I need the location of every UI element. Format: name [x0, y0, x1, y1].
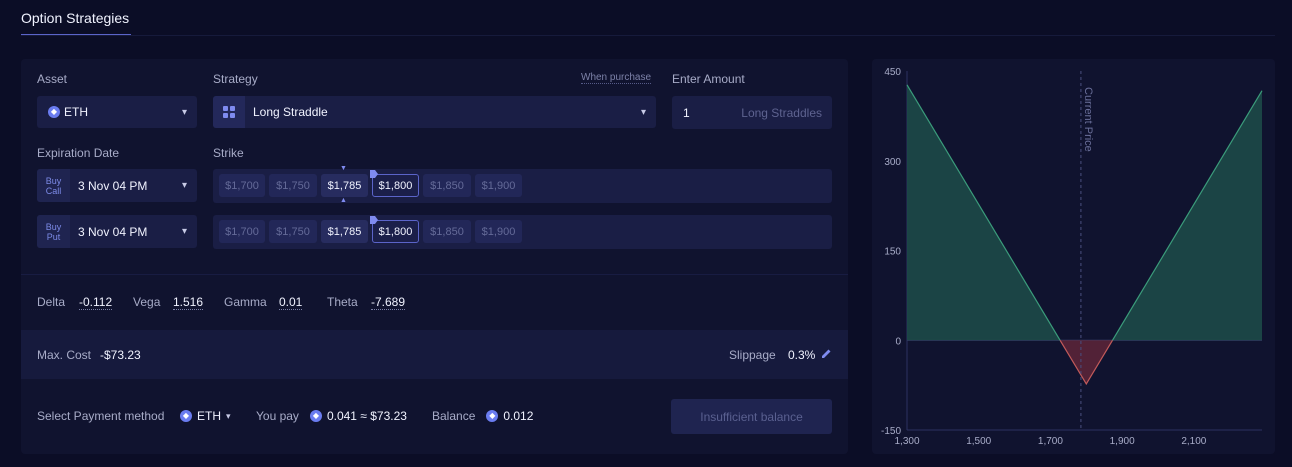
strategy-label: Strategy	[213, 72, 258, 86]
x-tick-label: 1,500	[966, 436, 991, 447]
put-strike-option[interactable]: $1,700	[219, 220, 265, 243]
vega-value: 1.516	[173, 295, 204, 310]
payoff-chart-panel: Current Price 450 300 150 0 -150 1,300 1,500 1,7…	[872, 59, 1275, 454]
strike-label: Strike	[213, 146, 244, 160]
current-price-marker-icon: ▲	[340, 197, 347, 204]
buy-call-tag-line2: Call	[45, 185, 62, 196]
y-tick-label: 300	[884, 157, 901, 168]
theta-value: -7.689	[371, 295, 406, 310]
strategy-dropdown[interactable]: Long Straddle ▾	[213, 96, 656, 128]
put-strike-option[interactable]: $1,900	[475, 220, 522, 243]
eth-icon: ◆	[309, 410, 322, 422]
section-divider	[21, 274, 848, 275]
loss-area	[1060, 340, 1113, 384]
balance-label: Balance	[432, 409, 476, 423]
max-cost-label: Max. Cost	[37, 348, 92, 362]
payment-method-value: ETH	[197, 409, 221, 423]
chevron-down-icon: ▾	[640, 106, 646, 118]
amount-unit: Long Straddles	[741, 106, 822, 120]
put-expiration-value: 3 Nov 04 PM	[78, 224, 148, 239]
payment-method-label: Select Payment method	[37, 409, 165, 423]
put-strike-selector: $1,700 $1,750 $1,785 $1,800 $1,850 $1,90…	[213, 215, 832, 249]
cost-summary-band	[21, 330, 848, 379]
call-expiration-value: 3 Nov 04 PM	[78, 178, 148, 193]
title-divider	[21, 35, 1275, 36]
eth-icon: ◆	[180, 410, 192, 422]
you-pay-value: 0.041 ≈ $73.23	[326, 409, 407, 423]
buy-call-tag-line1: Buy	[45, 175, 62, 186]
selected-tag-icon	[370, 216, 378, 224]
y-tick-label: 0	[895, 336, 901, 347]
put-strike-option[interactable]: $1,750	[269, 220, 317, 243]
put-strike-option-current[interactable]: $1,785	[321, 220, 368, 243]
buy-put-tag-line1: Buy	[45, 221, 62, 232]
max-cost-value: -$73.23	[100, 348, 141, 362]
asset-dropdown[interactable]: ◆ ETH ▾	[37, 96, 197, 128]
you-pay-wrap: You pay ◆ 0.041 ≈ $73.23	[256, 409, 407, 423]
chevron-down-icon: ▾	[181, 180, 187, 191]
call-strike-option[interactable]: $1,850	[423, 174, 471, 197]
theta-label: Theta	[327, 295, 358, 309]
payment-method-label-wrap: Select Payment method	[37, 409, 164, 423]
payoff-chart: Current Price4503001500-1501,300 1,500 1,7…	[881, 67, 1263, 447]
call-strike-option[interactable]: $1,750	[269, 174, 317, 197]
eth-icon: ◆	[48, 106, 60, 118]
chevron-down-icon: ▾	[181, 106, 187, 118]
asset-value: ETH	[64, 105, 88, 119]
strategy-value: Long Straddle	[253, 105, 328, 119]
call-strike-option-selected[interactable]: $1,800	[372, 174, 419, 197]
balance-wrap: Balance ◆ 0.012	[432, 409, 533, 423]
when-purchase-hint: When purchase	[581, 72, 652, 84]
slippage-value: 0.3%	[788, 348, 816, 362]
x-tick-label: 1,900	[1110, 436, 1135, 447]
slippage-label: Slippage	[729, 348, 776, 362]
call-strike-option[interactable]: $1,900	[475, 174, 522, 197]
balance-value: 0.012	[503, 409, 534, 423]
chevron-down-icon: ▾	[181, 226, 187, 237]
call-strike-option-current[interactable]: $1,785	[321, 174, 368, 197]
x-tick-label: 1,700	[1038, 436, 1063, 447]
buy-put-tag: Buy Put	[37, 215, 70, 248]
chevron-down-icon: ▾	[226, 410, 231, 421]
gamma-value: 0.01	[279, 295, 303, 310]
call-strike-option[interactable]: $1,700	[219, 174, 265, 197]
call-expiration-dropdown[interactable]: Buy Call 3 Nov 04 PM ▾	[37, 169, 197, 202]
gamma-label: Gamma	[224, 295, 267, 309]
insufficient-balance-button[interactable]: Insufficient balance	[671, 399, 832, 434]
amount-label: Enter Amount	[672, 72, 745, 86]
strategy-grid-icon	[213, 96, 245, 128]
payment-method-dropdown[interactable]: ◆ ETH ▾	[180, 409, 231, 423]
buy-put-tag-line2: Put	[46, 231, 61, 242]
put-strike-option[interactable]: $1,850	[423, 220, 471, 243]
delta-value: -0.112	[79, 295, 113, 310]
selected-tag-icon	[370, 170, 378, 178]
edit-pencil-icon[interactable]	[821, 348, 832, 359]
x-tick-label: 2,100	[1181, 436, 1206, 447]
call-strike-selector: $1,700 $1,750 $1,785 $1,800 $1,850 $1,90…	[213, 169, 832, 203]
amount-input[interactable]: 1 Long Straddles	[672, 96, 832, 129]
y-tick-label: 150	[884, 247, 901, 258]
current-price-label: Current Price	[1082, 87, 1094, 152]
amount-value: 1	[683, 106, 690, 120]
asset-label: Asset	[37, 72, 68, 86]
vega-label: Vega	[133, 295, 161, 309]
current-price-marker-icon: ▼	[340, 165, 347, 172]
eth-icon: ◆	[486, 410, 499, 422]
y-tick-label: 450	[884, 67, 901, 78]
x-tick-label: 1,300	[894, 436, 919, 447]
page-title[interactable]: Option Strategies	[21, 10, 129, 26]
expiration-label: Expiration Date	[37, 146, 120, 160]
delta-label: Delta	[37, 295, 66, 309]
you-pay-label: You pay	[256, 409, 299, 423]
buy-call-tag: Buy Call	[37, 169, 70, 202]
put-expiration-dropdown[interactable]: Buy Put 3 Nov 04 PM ▾	[37, 215, 197, 248]
put-strike-option-selected[interactable]: $1,800	[372, 220, 419, 243]
